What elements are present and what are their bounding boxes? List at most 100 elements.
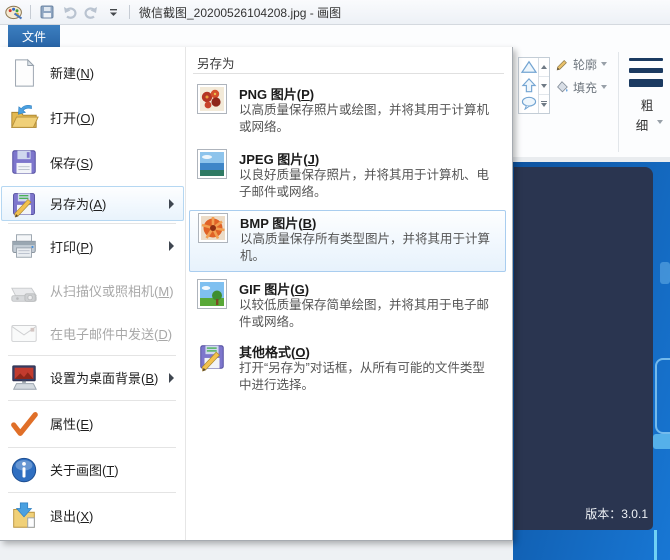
menu-item-label: 退出(X) xyxy=(50,509,94,524)
qat-dropdown-icon[interactable] xyxy=(104,3,122,21)
printer-icon xyxy=(8,231,40,261)
save-floppy-icon xyxy=(8,147,40,177)
titlebar: 微信截图_20200526104208.jpg - 画图 xyxy=(0,0,670,25)
image-detail xyxy=(660,262,670,284)
save-icon[interactable] xyxy=(38,3,56,21)
menu-item-set-desktop-background[interactable]: 设置为桌面背景(B) xyxy=(2,356,183,399)
submenu-item-title: 其他格式(O) xyxy=(239,345,310,360)
submenu-item-bmp[interactable]: BMP 图片(B) 以高质量保存所有类型图片，并将其用于计算机。 xyxy=(189,210,506,272)
outline-label: 轮廓 xyxy=(573,57,598,72)
ribbon-group-separator xyxy=(618,52,619,152)
menu-item-label: 打印(P) xyxy=(50,239,94,255)
undo-icon[interactable] xyxy=(60,3,78,21)
desktop-background-icon xyxy=(8,363,40,393)
shapes-gallery xyxy=(518,57,550,114)
submenu-item-title: GIF 图片(G) xyxy=(239,282,310,297)
menu-item-label: 从扫描仪或照相机(M) xyxy=(50,284,174,299)
open-folder-icon xyxy=(8,103,40,133)
fill-label: 填充 xyxy=(573,80,598,95)
png-thumbnail-icon xyxy=(197,84,227,119)
image-dark-panel xyxy=(514,167,653,530)
chevron-down-icon xyxy=(657,120,663,124)
jpeg-thumbnail-icon xyxy=(197,149,227,184)
file-menu-list: 新建(N) 打开(O) 保存(S) 另存为(A) 打印(P) 从扫描仪或照相机(… xyxy=(0,47,186,540)
callout-shape-icon[interactable] xyxy=(519,94,538,112)
submenu-item-png[interactable]: PNG 图片(P) 以高质量保存照片或绘图，并将其用于计算机或网络。 xyxy=(189,82,504,142)
pencil-icon xyxy=(556,60,567,71)
fill-button[interactable]: 填充 xyxy=(555,78,608,96)
save-as-icon xyxy=(197,342,227,377)
submenu-item-title: PNG 图片(P) xyxy=(239,87,315,102)
ribbon-shapes-group: 轮廓 填充 粗 细 xyxy=(513,25,670,157)
menu-item-send-email: 在电子邮件中发送(D) xyxy=(2,312,183,354)
submenu-item-description: 打开“另存为”对话框，从所有可能的文件类型中进行选择。 xyxy=(239,361,485,392)
save-as-submenu: 另存为 PNG 图片(P) 以高质量保存照片或绘图，并将其用于计算机或网络。 J… xyxy=(185,47,512,540)
info-icon xyxy=(8,455,40,485)
scanner-camera-icon xyxy=(8,276,40,306)
quick-access-toolbar xyxy=(0,3,133,21)
submenu-item-description: 以高质量保存所有类型图片，并将其用于计算机。 xyxy=(240,232,491,263)
chevron-down-icon xyxy=(601,85,608,89)
window-title: 微信截图_20200526104208.jpg - 画图 xyxy=(139,5,342,20)
submenu-arrow-icon xyxy=(169,372,174,383)
submenu-arrow-icon xyxy=(169,198,174,209)
submenu-item-gif[interactable]: GIF 图片(G) 以较低质量保存简单绘图，并将其用于电子邮件或网络。 xyxy=(189,277,504,337)
paint-window: 微信截图_20200526104208.jpg - 画图 文件 轮廓 填充 粗 … xyxy=(0,0,670,560)
gallery-more-icon[interactable] xyxy=(539,95,549,113)
arrow-shape-icon[interactable] xyxy=(519,76,538,94)
menu-item-label: 保存(S) xyxy=(50,155,94,171)
shapes-gallery-scrollbar xyxy=(538,58,549,113)
menu-item-save-as[interactable]: 另存为(A) xyxy=(1,186,184,221)
email-icon xyxy=(8,318,40,348)
paint-bucket-icon xyxy=(557,81,568,93)
menu-item-scanner-camera: 从扫描仪或照相机(M) xyxy=(2,269,183,312)
image-detail xyxy=(655,358,670,434)
menu-item-properties[interactable]: 属性(E) xyxy=(2,401,183,446)
submenu-header: 另存为 xyxy=(197,57,235,71)
menu-item-exit[interactable]: 退出(X) xyxy=(2,493,183,538)
size-label-top: 粗 xyxy=(640,99,654,113)
canvas-surface[interactable]: 版本：3.0.1 xyxy=(513,162,670,560)
menu-item-label: 另存为(A) xyxy=(50,197,107,212)
paint-logo[interactable] xyxy=(5,3,23,21)
new-document-icon xyxy=(8,58,40,88)
outline-button[interactable]: 轮廓 xyxy=(555,55,608,73)
menu-item-label: 属性(E) xyxy=(50,417,94,432)
redo-icon[interactable] xyxy=(82,3,100,21)
image-detail xyxy=(654,530,657,560)
menu-item-new[interactable]: 新建(N) xyxy=(2,50,183,95)
triangle-shape-icon[interactable] xyxy=(519,58,538,76)
version-text: 版本：3.0.1 xyxy=(585,507,648,521)
bmp-thumbnail-icon xyxy=(198,213,228,248)
menu-item-save[interactable]: 保存(S) xyxy=(2,140,183,184)
submenu-item-description: 以良好质量保存照片，并将其用于计算机、电子邮件或网络。 xyxy=(239,168,490,199)
save-as-icon xyxy=(8,190,40,218)
line-thick-icon xyxy=(629,79,663,87)
submenu-arrow-icon xyxy=(169,241,174,251)
chevron-down-icon xyxy=(601,62,608,66)
qat-separator xyxy=(129,5,130,19)
menu-item-about[interactable]: 关于画图(T) xyxy=(2,448,183,491)
submenu-header-separator xyxy=(193,73,504,74)
gallery-scroll-down-icon[interactable] xyxy=(539,77,549,96)
qat-separator xyxy=(30,5,31,19)
image-detail xyxy=(653,434,670,449)
tab-file[interactable]: 文件 xyxy=(8,25,60,47)
submenu-item-other-formats[interactable]: 其他格式(O) 打开“另存为”对话框，从所有可能的文件类型中进行选择。 xyxy=(189,340,504,400)
exit-icon xyxy=(8,501,40,531)
status-bar xyxy=(0,541,513,560)
size-button[interactable]: 粗 细 xyxy=(625,55,669,153)
gallery-scroll-up-icon[interactable] xyxy=(539,58,549,77)
gif-thumbnail-icon xyxy=(197,279,227,314)
menu-item-open[interactable]: 打开(O) xyxy=(2,95,183,140)
submenu-item-jpeg[interactable]: JPEG 图片(J) 以良好质量保存照片，并将其用于计算机、电子邮件或网络。 xyxy=(189,147,504,207)
submenu-item-title: BMP 图片(B) xyxy=(240,216,317,231)
submenu-item-description: 以高质量保存照片或绘图，并将其用于计算机或网络。 xyxy=(239,103,490,134)
size-label-bottom: 细 xyxy=(635,119,649,133)
menu-item-print[interactable]: 打印(P) xyxy=(2,224,183,268)
menu-item-label: 关于画图(T) xyxy=(50,463,119,478)
menu-item-label: 新建(N) xyxy=(50,66,95,81)
menu-item-label: 在电子邮件中发送(D) xyxy=(50,326,173,342)
checkmark-icon xyxy=(8,409,40,439)
menu-item-label: 设置为桌面背景(B) xyxy=(50,371,159,386)
